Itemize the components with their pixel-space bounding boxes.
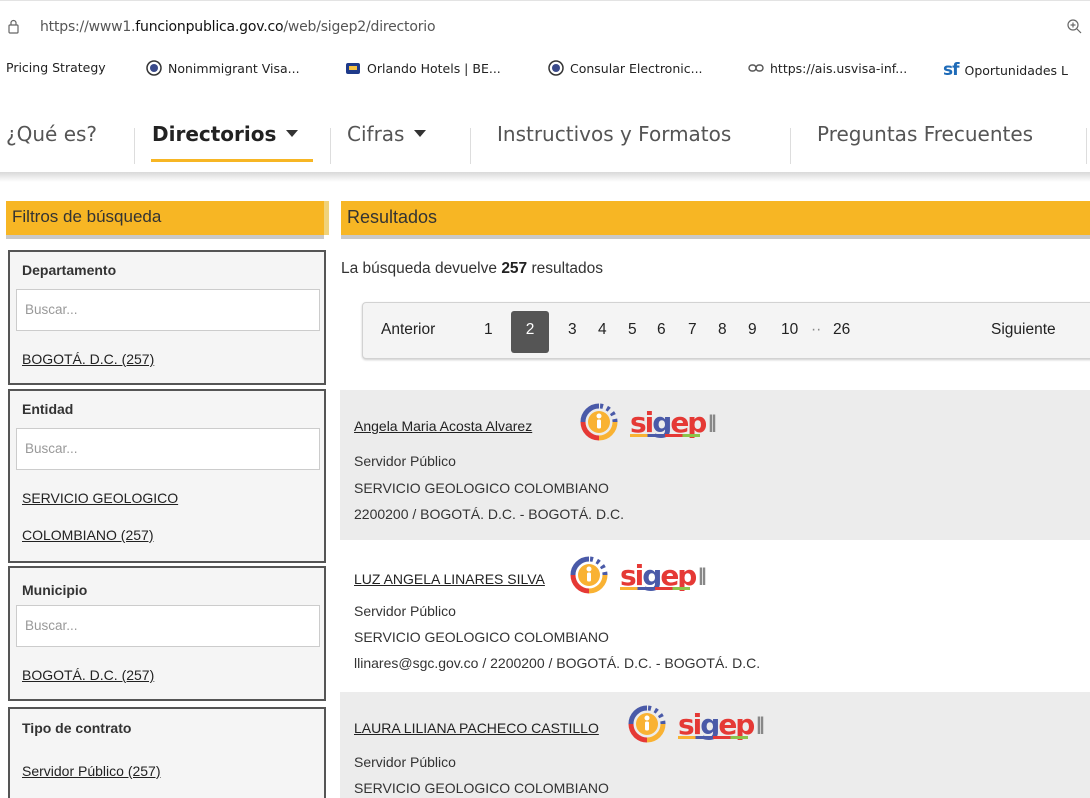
- result-contact: 2200200 / BOGOTÁ. D.C. - BOGOTÁ. D.C.: [354, 506, 624, 522]
- page-link[interactable]: 5: [628, 321, 637, 339]
- pagination-ellipsis: ··: [811, 321, 822, 338]
- result-card: LUZ ANGELA LINARES SILVA sigepII Servido…: [340, 545, 1090, 690]
- sigep-logo: sigepII: [578, 402, 718, 442]
- entidad-search-input[interactable]: Buscar...: [16, 428, 320, 470]
- bookmark-label: Pricing Strategy: [6, 60, 106, 75]
- nav-separator: [1086, 128, 1087, 164]
- us-seal-icon: [548, 60, 564, 76]
- filter-entidad: Entidad Buscar... SERVICIO GEOLOGICO COL…: [8, 389, 326, 563]
- filter-link-bogota[interactable]: BOGOTÁ. D.C. (257): [22, 667, 154, 683]
- result-role: Servidor Público: [354, 754, 456, 770]
- sigep-wordmark: sigepII: [678, 707, 766, 741]
- result-entity: SERVICIO GEOLOGICO COLOMBIANO: [354, 480, 609, 496]
- departamento-search-input[interactable]: Buscar...: [16, 289, 320, 331]
- results-header: Resultados: [341, 201, 1090, 239]
- filter-title: Tipo de contrato: [22, 720, 132, 736]
- bookmark-label: https://ais.usvisa-inf...: [770, 60, 908, 76]
- bookmark-ais-usvisa[interactable]: https://ais.usvisa-inf...: [748, 60, 907, 76]
- results-title: Resultados: [347, 207, 438, 227]
- page-link[interactable]: 9: [748, 321, 757, 339]
- result-entity: SERVICIO GEOLOGICO COLOMBIANO: [354, 629, 609, 645]
- page-link[interactable]: 1: [484, 321, 493, 339]
- nav-shadow: [0, 172, 1090, 182]
- bookmark-label: Consular Electronic...: [570, 60, 703, 76]
- page-link[interactable]: 7: [688, 321, 697, 339]
- result-card: Angela Maria Acosta Alvarez sigepII Serv…: [340, 390, 1090, 540]
- result-card: LAURA LILIANA PACHECO CASTILLO sigepII S…: [340, 692, 1090, 798]
- nav-separator: [134, 128, 135, 164]
- sigep-wordmark: sigepII: [630, 405, 718, 439]
- nav-que-es[interactable]: ¿Qué es?: [6, 122, 97, 146]
- nav-separator: [790, 128, 791, 164]
- result-name-link[interactable]: LAURA LILIANA PACHECO CASTILLO: [354, 720, 599, 736]
- bookmark-label: Nonimmigrant Visa...: [168, 60, 300, 76]
- result-count: La búsqueda devuelve 257 resultados: [341, 260, 604, 277]
- sf-icon: sf: [943, 60, 959, 80]
- person-circle-icon: [570, 556, 608, 594]
- pagination-next[interactable]: Siguiente: [991, 321, 1056, 339]
- municipio-search-input[interactable]: Buscar...: [16, 605, 320, 647]
- page-link-last[interactable]: 26: [833, 321, 850, 339]
- filter-departamento: Departamento Buscar... BOGOTÁ. D.C. (257…: [8, 250, 326, 385]
- filters-header: Filtros de búsqueda: [6, 201, 329, 239]
- filter-title: Departamento: [22, 262, 117, 278]
- page-link[interactable]: 3: [568, 321, 577, 339]
- hotel-icon: [346, 63, 360, 74]
- chevron-down-icon: [414, 130, 427, 137]
- result-name-link[interactable]: LUZ ANGELA LINARES SILVA: [354, 571, 545, 587]
- header-stripe: [324, 201, 329, 235]
- filter-title: Municipio: [22, 582, 88, 598]
- nav-cifras[interactable]: Cifras: [347, 122, 427, 146]
- bookmark-label: Oportunidades L: [964, 62, 1068, 78]
- filter-link-servicio-geologico[interactable]: SERVICIO GEOLOGICO: [22, 490, 178, 506]
- pagination: Anterior 1 2 3 4 5 6 7 8 9 10 ·· 26 Sigu…: [362, 302, 1090, 359]
- filter-link-servidor-publico[interactable]: Servidor Público (257): [22, 763, 161, 779]
- result-entity: SERVICIO GEOLOGICO COLOMBIANO: [354, 780, 609, 796]
- lock-icon[interactable]: [8, 19, 19, 34]
- nav-instructivos[interactable]: Instructivos y Formatos: [497, 122, 731, 146]
- filter-title: Entidad: [22, 401, 74, 417]
- filter-link-bogota[interactable]: BOGOTÁ. D.C. (257): [22, 351, 154, 367]
- pagination-previous[interactable]: Anterior: [381, 321, 435, 339]
- page-link[interactable]: 4: [598, 321, 607, 339]
- browser-address-bar: https://www1.funcionpublica.gov.co/web/s…: [0, 0, 1090, 48]
- sigep-logo: sigepII: [626, 704, 766, 744]
- filters-title: Filtros de búsqueda: [12, 207, 162, 226]
- result-contact: llinares@sgc.gov.co / 2200200 / BOGOTÁ. …: [354, 655, 761, 671]
- page-link[interactable]: 8: [718, 321, 727, 339]
- person-circle-icon: [580, 403, 618, 441]
- bookmark-label: Orlando Hotels | BE...: [367, 60, 501, 76]
- nav-separator: [330, 128, 331, 164]
- sigep-logo: sigepII: [568, 555, 708, 595]
- site-navigation: ¿Qué es? Directorios Cifras Instructivos…: [0, 100, 1090, 172]
- bookmark-orlando-hotels[interactable]: Orlando Hotels | BE...: [345, 60, 501, 76]
- bookmarks-bar: Pricing Strategy Nonimmigrant Visa... Or…: [0, 50, 1090, 90]
- nav-directorios[interactable]: Directorios: [152, 122, 299, 146]
- bookmark-consular-electronic[interactable]: Consular Electronic...: [548, 60, 703, 76]
- filter-municipio: Municipio Buscar... BOGOTÁ. D.C. (257): [8, 566, 326, 701]
- nav-active-indicator: [151, 159, 313, 162]
- bookmark-oportunidades[interactable]: sf Oportunidades L: [943, 60, 1068, 80]
- header-shadow: [6, 235, 324, 239]
- address-url[interactable]: https://www1.funcionpublica.gov.co/web/s…: [40, 19, 436, 35]
- person-circle-icon: [628, 705, 666, 743]
- header-shadow: [341, 235, 1090, 239]
- page-link[interactable]: 10: [781, 321, 798, 339]
- sigep-wordmark: sigepII: [620, 558, 708, 592]
- result-role: Servidor Público: [354, 453, 456, 469]
- nav-preguntas[interactable]: Preguntas Frecuentes: [817, 122, 1033, 146]
- nav-separator: [470, 128, 471, 164]
- filter-link-colombiano[interactable]: COLOMBIANO (257): [22, 527, 153, 543]
- bookmark-pricing-strategy[interactable]: Pricing Strategy: [0, 60, 106, 75]
- zoom-icon[interactable]: [1066, 18, 1082, 34]
- bookmark-nonimmigrant-visa[interactable]: Nonimmigrant Visa...: [146, 60, 300, 76]
- us-seal-icon: [146, 60, 162, 76]
- link-icon: [748, 64, 764, 72]
- page-link[interactable]: 6: [657, 321, 666, 339]
- result-role: Servidor Público: [354, 603, 456, 619]
- filter-tipo-contrato: Tipo de contrato Servidor Público (257): [8, 707, 326, 798]
- chevron-down-icon: [286, 130, 299, 137]
- page-link-active[interactable]: 2: [511, 311, 549, 353]
- result-name-link[interactable]: Angela Maria Acosta Alvarez: [354, 418, 532, 434]
